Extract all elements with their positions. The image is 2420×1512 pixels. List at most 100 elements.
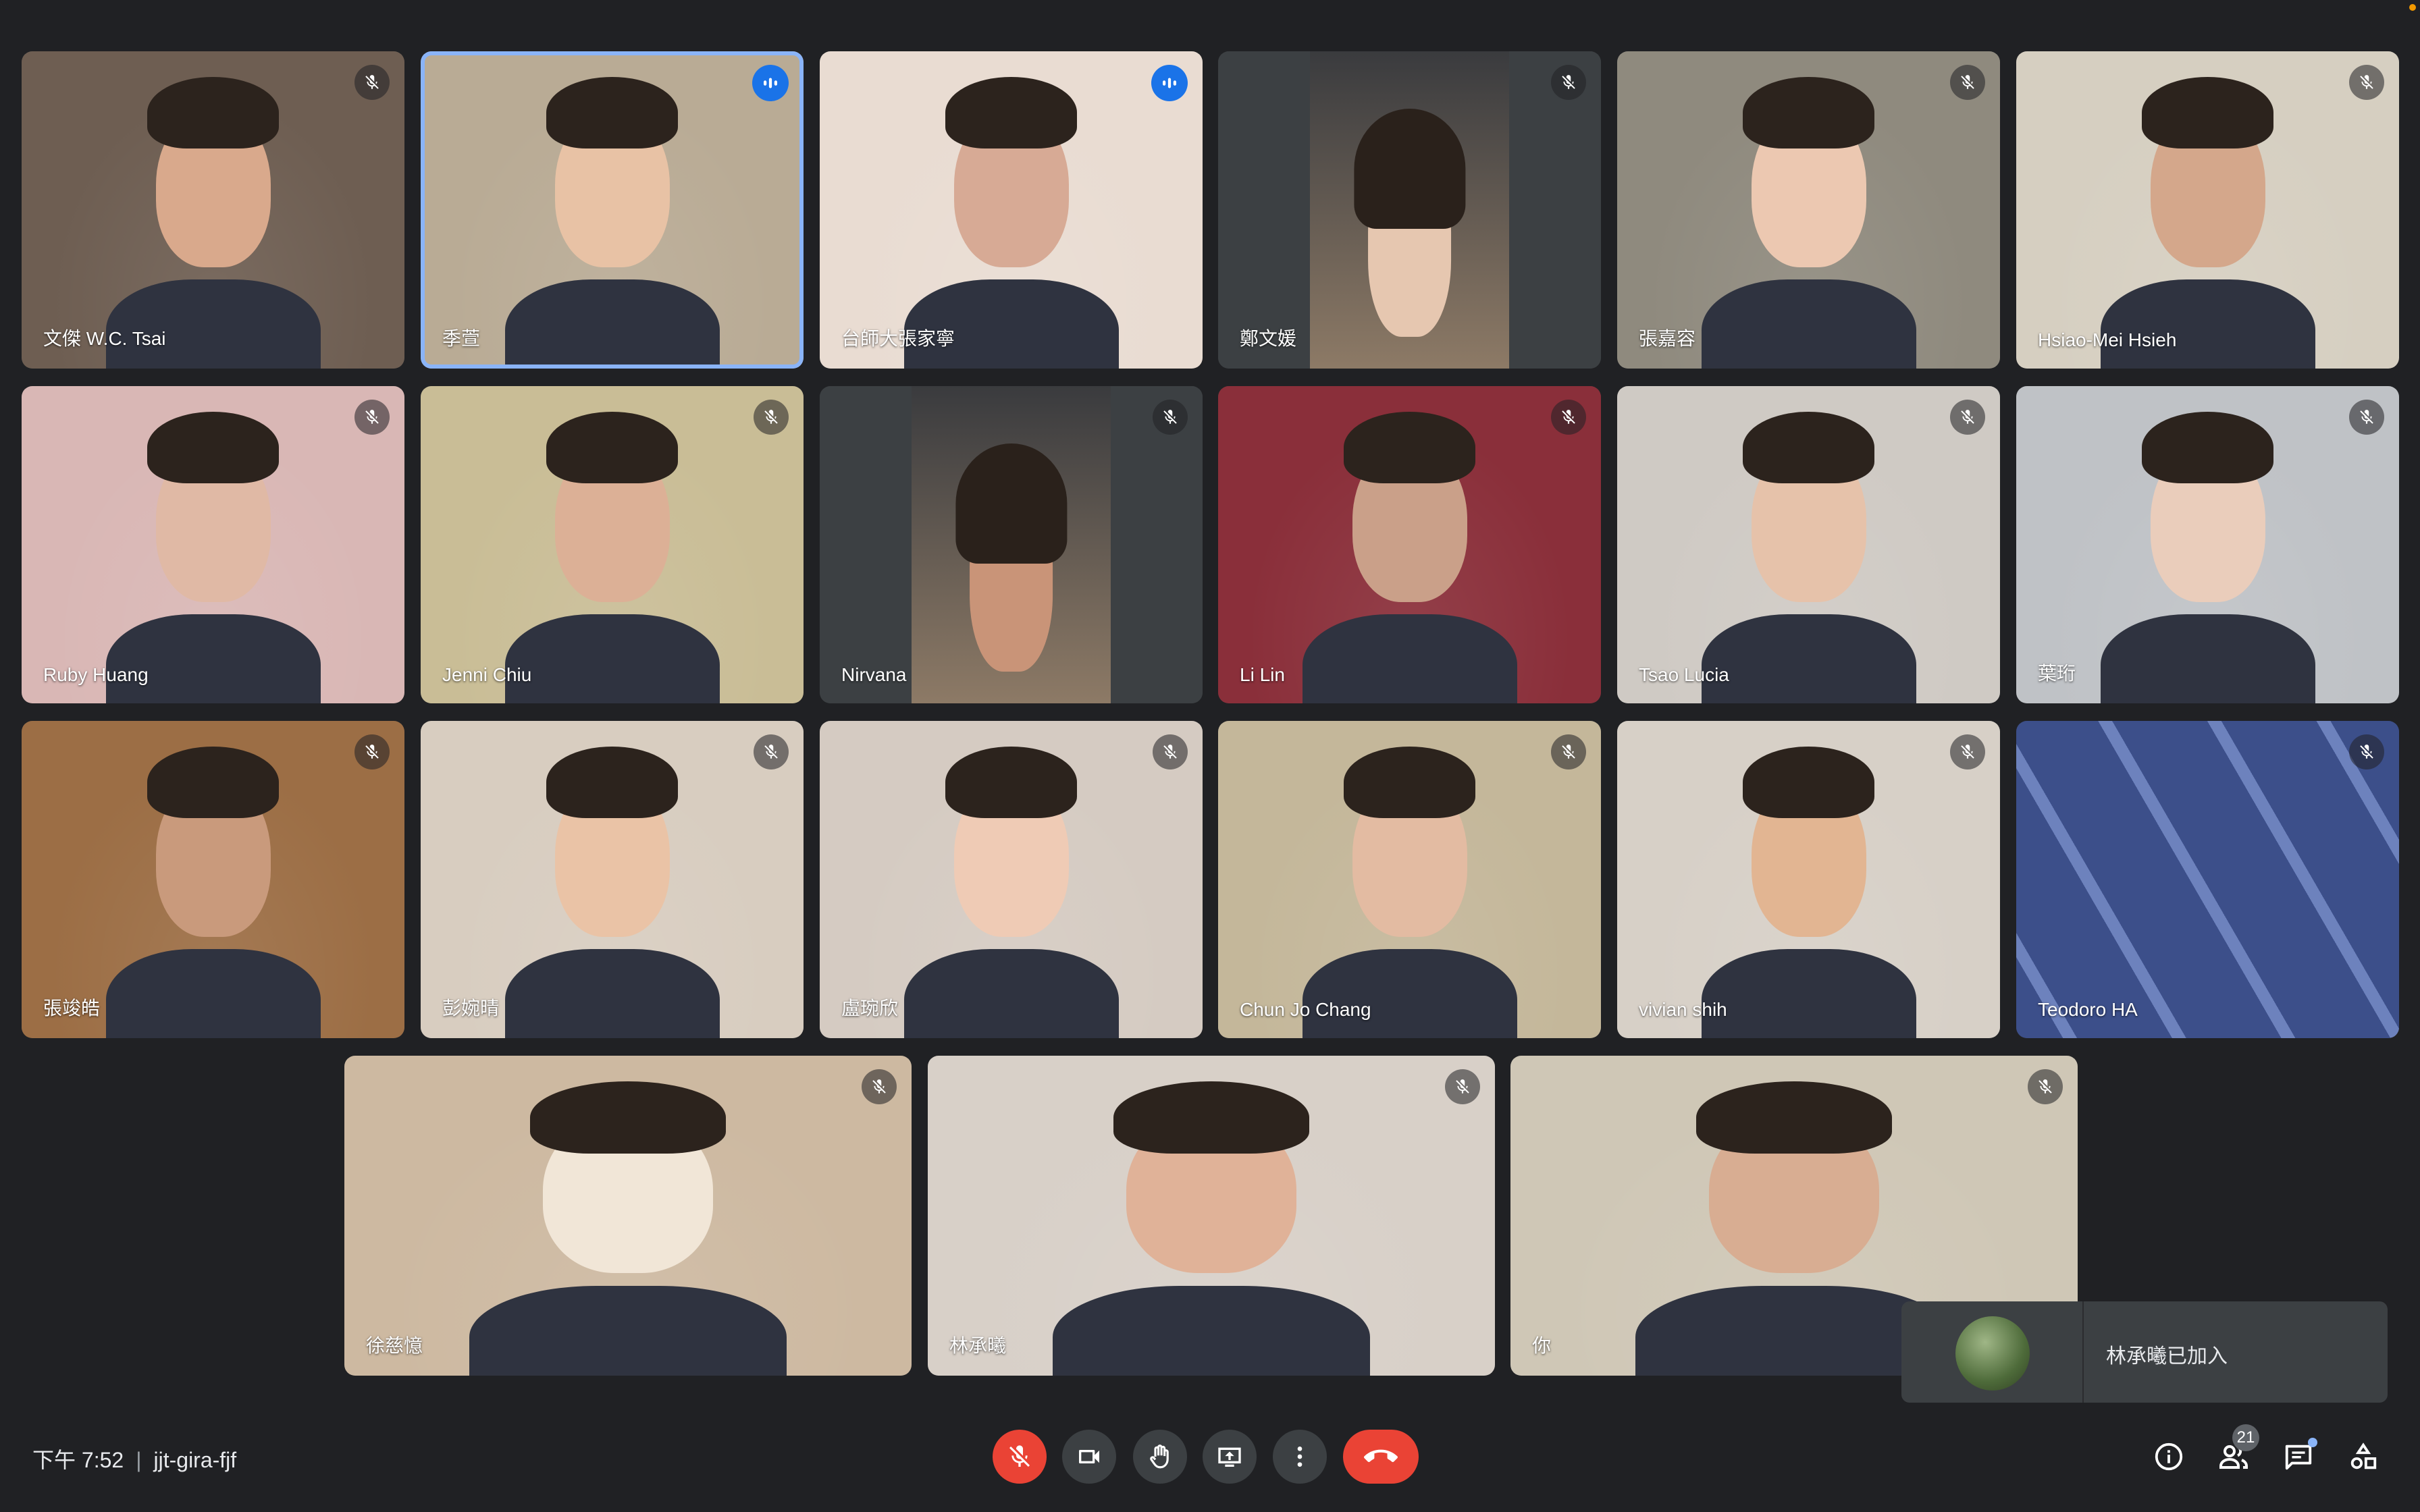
participant-tile[interactable]: 台師大張家寧 — [820, 51, 1203, 369]
separator: | — [136, 1448, 142, 1472]
participant-name: 張竣皓 — [43, 998, 101, 1019]
mic-off-icon — [764, 410, 778, 424]
present-button[interactable] — [1203, 1430, 1257, 1484]
participant-tile[interactable]: Tsao Lucia — [1617, 386, 2000, 703]
body-shape — [505, 279, 720, 369]
muted-indicator — [1551, 734, 1586, 770]
participant-tile[interactable]: 鄭文媛 — [1218, 51, 1601, 369]
participant-tile[interactable]: 季萱 — [421, 51, 804, 369]
hair-shape — [147, 747, 279, 818]
hang-up-icon — [1364, 1449, 1398, 1463]
raise-hand-icon — [1150, 1444, 1169, 1469]
participant-tile[interactable]: 文傑 W.C. Tsai — [22, 51, 404, 369]
hair-shape — [1344, 412, 1475, 483]
hair-shape — [147, 412, 279, 483]
participant-name: 盧琬欣 — [841, 998, 899, 1019]
participant-name: 徐慈憶 — [366, 1335, 423, 1356]
participant-tile[interactable]: Teodoro HA — [2016, 721, 2399, 1038]
chat-button[interactable] — [2276, 1434, 2321, 1480]
hair-shape — [1696, 1081, 1892, 1154]
participant-tile[interactable]: 彭婉晴 — [421, 721, 804, 1038]
participant-name: 台師大張家寧 — [841, 328, 955, 349]
present-icon — [1218, 1447, 1241, 1467]
participant-name: Tsao Lucia — [1639, 664, 1729, 685]
participant-name: 文傑 W.C. Tsai — [43, 328, 166, 349]
speaking-icon — [1163, 78, 1176, 88]
participant-tile[interactable]: vivian shih — [1617, 721, 2000, 1038]
speaking-icon — [764, 78, 777, 88]
status-indicator — [2409, 4, 2416, 11]
muted-indicator — [2349, 400, 2384, 435]
participant-name: 你 — [1532, 1335, 1552, 1356]
body-shape — [1053, 1286, 1370, 1376]
avatar — [1955, 1316, 2030, 1390]
body-shape — [1303, 949, 1517, 1038]
speaking-indicator — [752, 65, 789, 101]
hair-shape — [147, 77, 279, 148]
participant-tile[interactable]: Li Lin — [1218, 386, 1601, 703]
muted-indicator — [1950, 65, 1985, 100]
participant-tile[interactable]: Chun Jo Chang — [1218, 721, 1601, 1038]
meeting-code: jjt-gira-fjf — [153, 1448, 237, 1472]
participant-tile[interactable]: 張竣皓 — [22, 721, 404, 1038]
participant-tile[interactable]: 盧琬欣 — [820, 721, 1203, 1038]
participant-tile[interactable]: 張嘉容 — [1617, 51, 2000, 369]
hair-shape — [945, 747, 1077, 818]
muted-indicator — [2349, 65, 2384, 100]
hair-shape — [1743, 77, 1874, 148]
participant-name: 季萱 — [442, 328, 481, 349]
meeting-time: 下午 7:52 — [32, 1448, 124, 1472]
hair-shape — [1113, 1081, 1309, 1154]
body-shape — [1303, 614, 1517, 703]
hair-shape — [1344, 747, 1475, 818]
join-notification: 林承曦已加入 — [1901, 1301, 2388, 1403]
video-feed — [912, 386, 1111, 703]
body-shape — [1702, 949, 1916, 1038]
mic-off-icon — [1456, 1079, 1469, 1094]
unread-dot — [2308, 1438, 2317, 1447]
meeting-details-button[interactable] — [2146, 1434, 2192, 1480]
people-button[interactable]: 21 — [2211, 1424, 2259, 1480]
participant-count-badge: 21 — [2232, 1424, 2259, 1451]
participant-tile[interactable]: Ruby Huang — [22, 386, 404, 703]
participant-name: 葉珩 — [2038, 663, 2076, 684]
participant-name: vivian shih — [1639, 999, 1727, 1020]
muted-indicator — [1153, 400, 1188, 435]
activities-button[interactable] — [2340, 1434, 2386, 1480]
more-options-button[interactable] — [1273, 1430, 1327, 1484]
participant-name: Chun Jo Chang — [1240, 999, 1371, 1020]
camera-toggle-button[interactable] — [1062, 1430, 1116, 1484]
mic-off-icon — [365, 75, 379, 89]
participant-name: 彭婉晴 — [442, 998, 500, 1019]
mic-off-icon — [2360, 75, 2373, 89]
participant-tile[interactable]: 林承曦 — [928, 1056, 1495, 1376]
muted-indicator — [1153, 734, 1188, 770]
muted-indicator — [1950, 400, 1985, 435]
muted-indicator — [1950, 734, 1985, 770]
muted-indicator — [354, 734, 390, 770]
hair-shape — [546, 747, 678, 818]
body-shape — [2101, 614, 2315, 703]
mic-toggle-button[interactable] — [993, 1430, 1047, 1484]
participant-name: 林承曦 — [949, 1335, 1007, 1356]
meeting-info[interactable]: 下午 7:52 | jjt-gira-fjf — [32, 1443, 236, 1474]
mic-off-icon — [2360, 410, 2373, 424]
speaking-indicator — [1151, 65, 1188, 101]
mic-off-icon — [1562, 75, 1575, 89]
body-shape — [505, 614, 720, 703]
mic-off-icon — [872, 1079, 886, 1094]
participant-tile[interactable]: Jenni Chiu — [421, 386, 804, 703]
more-icon — [1297, 1447, 1303, 1467]
muted-indicator — [2028, 1069, 2063, 1104]
muted-indicator — [754, 400, 789, 435]
leave-call-button[interactable] — [1343, 1430, 1419, 1484]
body-shape — [106, 614, 321, 703]
body-shape — [904, 949, 1119, 1038]
participant-tile[interactable]: Nirvana — [820, 386, 1203, 703]
raise-hand-button[interactable] — [1133, 1430, 1187, 1484]
participant-tile[interactable]: 葉珩 — [2016, 386, 2399, 703]
participant-name: Li Lin — [1240, 664, 1285, 685]
participant-tile[interactable]: 徐慈憶 — [344, 1056, 912, 1376]
participant-name: Jenni Chiu — [442, 664, 532, 685]
participant-tile[interactable]: Hsiao-Mei Hsieh — [2016, 51, 2399, 369]
